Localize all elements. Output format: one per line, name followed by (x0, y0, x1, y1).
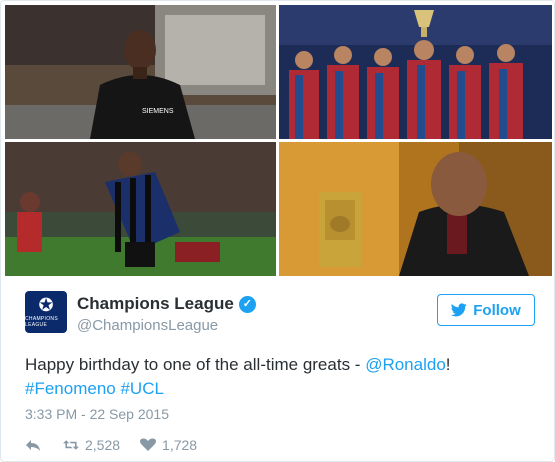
like-count: 1,728 (162, 437, 198, 453)
display-name-text: Champions League (77, 294, 234, 313)
media-grid: SIEMENS (1, 1, 554, 277)
follow-button-label: Follow (473, 301, 521, 319)
follow-button[interactable]: Follow (437, 294, 535, 326)
reply-button[interactable] (25, 438, 41, 452)
hashtag-link-fenomeno[interactable]: #Fenomeno (25, 379, 116, 398)
tweet-header: ✪ CHAMPIONS LEAGUE Champions League ✓ @C… (25, 291, 535, 335)
mention-link[interactable]: @Ronaldo (365, 355, 446, 374)
photo-player-dark-jersey[interactable]: SIEMENS (5, 5, 276, 139)
heart-icon (140, 438, 157, 451)
photo-player-striped-jersey[interactable] (5, 142, 276, 276)
tweet-text-suffix: ! (445, 355, 451, 374)
tweet-actions: 2,528 1,728 (25, 435, 197, 455)
retweet-icon (63, 440, 79, 450)
like-button[interactable]: 1,728 (140, 437, 197, 453)
account-info[interactable]: Champions League ✓ @ChampionsLeague (77, 294, 256, 334)
tweet-timestamp[interactable]: 3:33 PM - 22 Sep 2015 (25, 406, 169, 422)
reply-icon (26, 440, 40, 451)
retweet-button[interactable]: 2,528 (63, 437, 120, 453)
account-handle[interactable]: @ChampionsLeague (77, 317, 256, 334)
bird-icon (451, 303, 467, 317)
sponsor-text: SIEMENS (142, 108, 174, 115)
retweet-count: 2,528 (85, 437, 121, 453)
tweet-text: Happy birthday to one of the all-time gr… (25, 353, 535, 401)
tweet-text-prefix: Happy birthday to one of the all-time gr… (25, 355, 366, 374)
starball-icon: ✪ (38, 295, 54, 315)
photo-team-trophy[interactable] (279, 5, 552, 139)
photo-player-award[interactable] (279, 142, 552, 276)
verified-badge-icon: ✓ (238, 295, 256, 313)
tweet-card: SIEMENS ✪ CHAMPIONS LEAGUE Champions Lea… (0, 0, 555, 462)
avatar[interactable]: ✪ CHAMPIONS LEAGUE (25, 291, 67, 333)
hashtag-link-ucl[interactable]: #UCL (120, 379, 163, 398)
avatar-label: CHAMPIONS LEAGUE (25, 316, 58, 328)
display-name[interactable]: Champions League ✓ (77, 294, 256, 314)
